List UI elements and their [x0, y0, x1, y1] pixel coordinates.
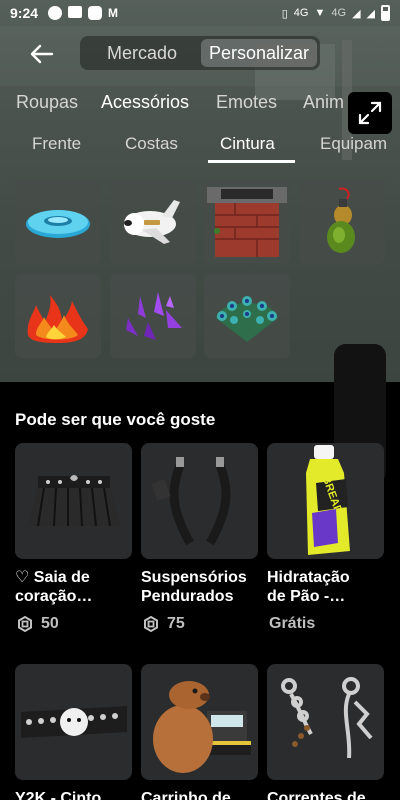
studded-belt-icon — [20, 706, 127, 738]
tab-market[interactable]: Mercado — [83, 39, 201, 67]
network-1-label: 4G — [293, 7, 309, 19]
message-icon — [68, 6, 83, 18]
gourd-flask-icon — [327, 187, 355, 253]
inventory-item[interactable] — [204, 180, 290, 264]
tab-category-emotes[interactable]: Emotes — [216, 92, 277, 113]
inventory-item[interactable] — [110, 274, 196, 358]
product-name[interactable]: Carrinho de — [141, 789, 261, 800]
inventory-item[interactable] — [204, 274, 290, 358]
expand-icon — [358, 101, 382, 125]
signal-icon: ◢ — [352, 7, 361, 20]
product-name[interactable]: ♡ Saia de coração… — [15, 568, 135, 606]
product-card-image[interactable]: BREAD — [267, 443, 384, 559]
subcategory-tabs: Frente Costas Cintura Equipam — [0, 128, 400, 164]
vibrate-icon: ▯ — [281, 7, 288, 20]
purple-crystals-icon — [126, 292, 182, 340]
tab-category-animations[interactable]: Anim — [303, 92, 344, 113]
peacock-tail-icon — [216, 296, 278, 342]
arrow-left-icon — [30, 44, 54, 64]
status-time: 9:24 — [10, 5, 39, 21]
product-card-image[interactable] — [267, 664, 384, 780]
product-name[interactable]: Hidratação de Pão -… — [267, 568, 387, 606]
tab-sub-front[interactable]: Frente — [32, 134, 81, 154]
product-card-image[interactable] — [141, 443, 258, 559]
active-tab-underline — [208, 160, 295, 163]
inventory-item[interactable] — [15, 180, 101, 264]
airplane-icon — [124, 200, 180, 244]
network-2-label: 4G — [331, 7, 347, 19]
category-tabs: Roupas Acessórios Emotes Anim — [0, 88, 400, 118]
discord-icon — [88, 6, 103, 20]
tab-category-clothes[interactable]: Roupas — [16, 92, 78, 113]
product-card-image[interactable] — [141, 664, 258, 780]
signal-2-icon: ◢ — [366, 7, 375, 20]
product-name[interactable]: Y2K - Cinto — [15, 789, 135, 800]
robux-icon — [144, 616, 158, 632]
status-bar: 9:24 M ▯ 4G ▼ 4G ◢ ◢ — [0, 0, 400, 26]
robux-icon — [18, 616, 32, 632]
pleated-skirt-icon — [27, 475, 120, 527]
mode-segment-control: Mercado Personalizar — [80, 36, 320, 70]
gmail-icon: M — [108, 6, 119, 20]
product-name[interactable]: Correntes de — [267, 789, 387, 800]
brick-chimney-icon — [207, 187, 287, 257]
product-name[interactable]: Suspensórios Pendurados — [141, 568, 261, 606]
product-price: 75 — [143, 615, 185, 633]
battery-icon — [381, 5, 390, 21]
inventory-item[interactable] — [110, 180, 196, 264]
inventory-item[interactable] — [15, 274, 101, 358]
chains-icon — [280, 677, 373, 759]
suspenders-icon — [150, 457, 230, 546]
tab-category-accessories[interactable]: Acessórios — [101, 92, 189, 113]
tab-customize[interactable]: Personalizar — [201, 39, 317, 67]
product-price: 50 — [17, 615, 59, 633]
inventory-item[interactable] — [299, 180, 385, 264]
tab-sub-equipment[interactable]: Equipam — [320, 134, 387, 154]
product-price: Grátis — [269, 615, 316, 632]
fire-flames-icon — [27, 295, 88, 343]
recommendations-title: Pode ser que você goste — [15, 410, 216, 429]
product-card-image[interactable] — [15, 664, 132, 780]
back-button[interactable] — [22, 36, 62, 72]
bottle-icon: BREAD — [305, 445, 350, 555]
spotify-icon — [48, 6, 63, 20]
capybara-cart-icon — [152, 681, 251, 773]
tab-sub-waist[interactable]: Cintura — [220, 134, 275, 154]
blue-ring-float-icon — [26, 210, 90, 238]
product-card-image[interactable] — [15, 443, 132, 559]
tab-sub-back[interactable]: Costas — [125, 134, 178, 154]
wifi-icon: ▼ — [314, 7, 326, 19]
